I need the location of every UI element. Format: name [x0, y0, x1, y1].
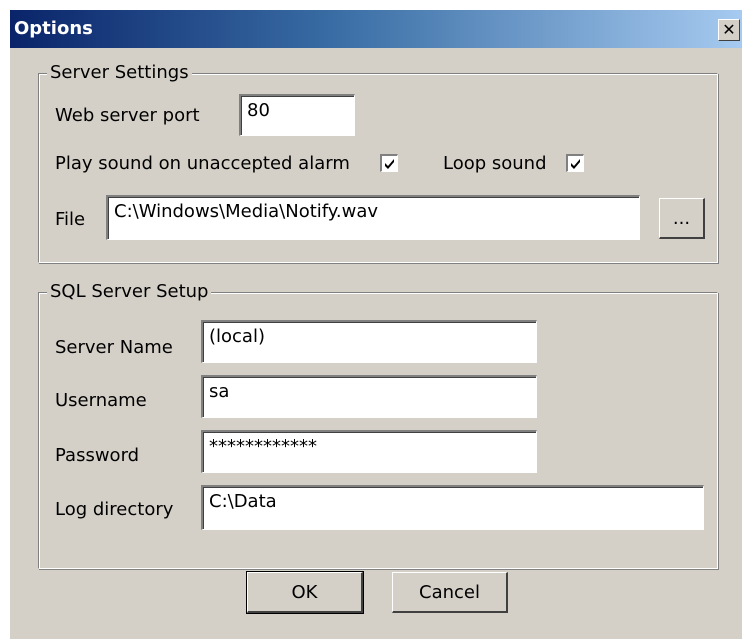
password-input[interactable]: ************: [201, 430, 537, 473]
log-directory-label: Log directory: [55, 499, 174, 520]
log-directory-input[interactable]: C:\Data: [201, 485, 704, 530]
username-label: Username: [55, 390, 147, 411]
loop-sound-checkbox[interactable]: [566, 154, 584, 172]
browse-button[interactable]: ...: [659, 198, 705, 239]
ok-button[interactable]: OK: [246, 571, 364, 614]
server-settings-legend: Server Settings: [47, 62, 192, 83]
password-label: Password: [55, 445, 140, 466]
options-dialog: Options ✕ Server Settings Web server por…: [10, 10, 742, 639]
play-sound-label: Play sound on unaccepted alarm: [55, 153, 350, 174]
loop-sound-label: Loop sound: [443, 153, 547, 174]
username-input[interactable]: sa: [201, 375, 537, 418]
checkmark-icon: [385, 159, 394, 169]
window-title: Options: [14, 18, 93, 39]
checkmark-icon: [571, 159, 580, 169]
sql-server-setup-legend: SQL Server Setup: [47, 281, 212, 302]
server-name-label: Server Name: [55, 337, 173, 358]
server-name-input[interactable]: (local): [201, 320, 537, 363]
title-bar: Options ✕: [10, 10, 742, 48]
cancel-button[interactable]: Cancel: [392, 572, 508, 613]
web-server-port-label: Web server port: [55, 105, 200, 126]
play-sound-checkbox[interactable]: [380, 154, 398, 172]
file-path-input[interactable]: C:\Windows\Media\Notify.wav: [106, 195, 640, 240]
close-icon: ✕: [722, 20, 736, 39]
web-server-port-input[interactable]: 80: [239, 94, 355, 136]
close-button[interactable]: ✕: [718, 19, 740, 41]
file-label: File: [55, 209, 86, 230]
